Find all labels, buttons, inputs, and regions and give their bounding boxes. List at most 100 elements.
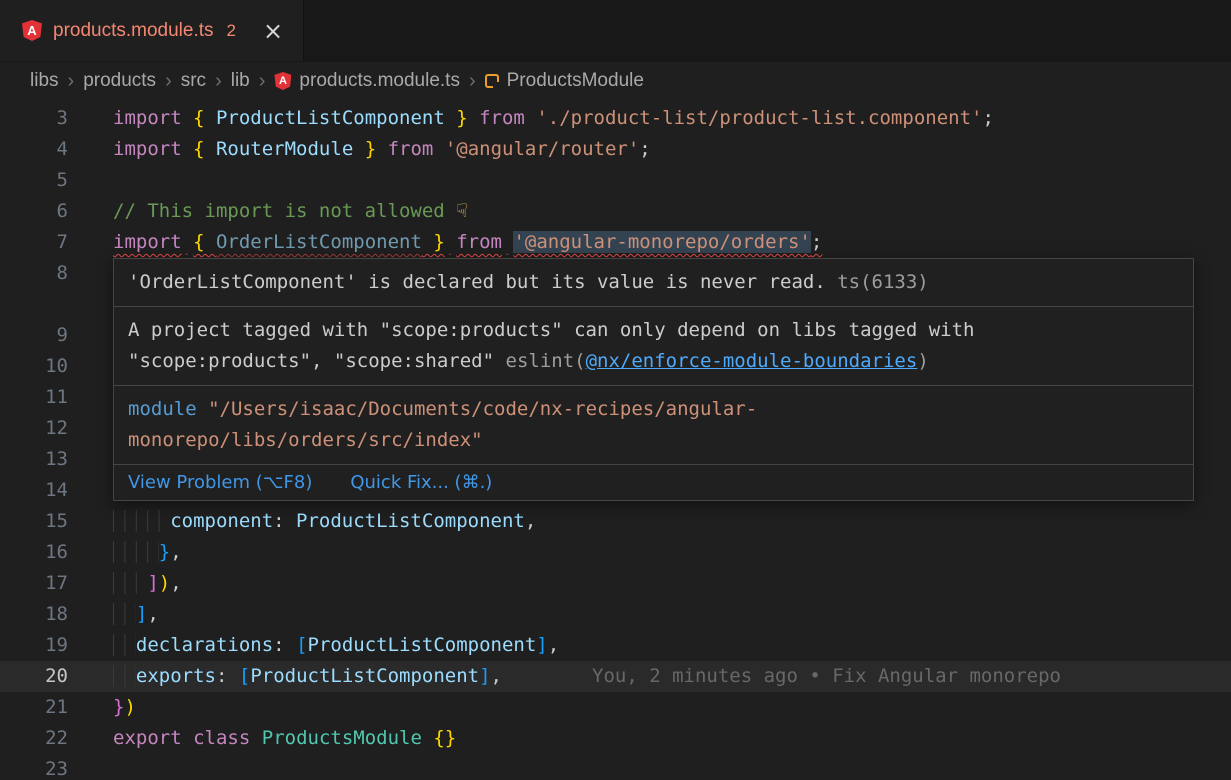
code-token <box>376 138 387 160</box>
hover-text: ) <box>917 350 928 372</box>
line-number[interactable] <box>0 289 68 320</box>
code-token <box>113 572 147 594</box>
code-token: ; <box>811 231 822 253</box>
breadcrumb-item-symbol[interactable]: ProductsModule <box>485 70 644 92</box>
code-token <box>182 727 193 749</box>
code-token: , <box>147 603 158 625</box>
code-token: } <box>159 541 170 563</box>
line-number[interactable]: 15 <box>0 506 68 537</box>
code-line-22[interactable]: 22export class ProductsModule {} <box>0 723 1231 754</box>
code-line-20[interactable]: 20 exports: [ProductListComponent],You, … <box>0 661 1231 692</box>
line-number[interactable]: 16 <box>0 537 68 568</box>
line-number[interactable]: 7 <box>0 227 68 258</box>
line-content: }) <box>68 692 1231 723</box>
line-content: import { RouterModule } from '@angular/r… <box>68 134 1231 165</box>
line-number[interactable]: 19 <box>0 630 68 661</box>
line-number[interactable]: 11 <box>0 382 68 413</box>
breadcrumb-separator: › <box>165 70 172 93</box>
code-token: { <box>193 107 216 129</box>
hover-section-3: module "/Users/isaac/Documents/code/nx-r… <box>114 386 1193 465</box>
code-token: export <box>113 727 182 749</box>
line-number[interactable]: 22 <box>0 723 68 754</box>
angular-file-icon: A <box>22 20 42 41</box>
line-number[interactable]: 20 <box>0 661 68 692</box>
line-content: exports: [ProductListComponent],You, 2 m… <box>68 661 1231 692</box>
breadcrumb-separator: › <box>215 70 222 93</box>
code-line-5[interactable]: 5 <box>0 165 1231 196</box>
code-token <box>250 727 261 749</box>
line-number[interactable]: 5 <box>0 165 68 196</box>
line-number[interactable]: 13 <box>0 444 68 475</box>
code-token: , <box>491 665 502 687</box>
hover-text: "/Users/isaac/Documents/code/nx-recipes/… <box>208 398 757 420</box>
line-number[interactable]: 12 <box>0 413 68 444</box>
code-token <box>422 727 433 749</box>
hover-text: module <box>128 398 208 420</box>
code-line-17[interactable]: 17 ]), <box>0 568 1231 599</box>
code-line-4[interactable]: 4import { RouterModule } from '@angular/… <box>0 134 1231 165</box>
code-token: { <box>193 231 216 253</box>
code-token: ; <box>639 138 650 160</box>
code-line-3[interactable]: 3import { ProductListComponent } from '.… <box>0 103 1231 134</box>
code-token: '@angular/router' <box>445 138 639 160</box>
code-token: ] <box>479 665 490 687</box>
line-number[interactable]: 6 <box>0 196 68 227</box>
code-token: './product-list/product-list.component' <box>536 107 982 129</box>
line-number[interactable]: 18 <box>0 599 68 630</box>
tab-products-module[interactable]: A products.module.ts 2 × <box>0 0 304 61</box>
code-token <box>182 138 193 160</box>
code-token <box>113 634 136 656</box>
breadcrumb-item-libs[interactable]: libs <box>30 70 59 92</box>
code-line-7[interactable]: 7import { OrderListComponent } from '@an… <box>0 227 1231 258</box>
code-token: [ <box>296 634 307 656</box>
line-number[interactable]: 9 <box>0 320 68 351</box>
hover-text: "scope:products", "scope:shared" <box>128 350 506 372</box>
code-token <box>113 510 170 532</box>
view-problem-action[interactable]: View Problem (⌥F8) <box>128 467 312 498</box>
code-token: [ <box>239 665 250 687</box>
eslint-rule-link[interactable]: @nx/enforce-module-boundaries <box>586 350 918 372</box>
line-number[interactable]: 14 <box>0 475 68 506</box>
code-line-6[interactable]: 6// This import is not allowed ☟ <box>0 196 1231 227</box>
breadcrumb-item-lib[interactable]: lib <box>231 70 250 92</box>
code-token: exports <box>136 665 216 687</box>
code-token: ProductListComponent <box>296 510 525 532</box>
code-token: class <box>193 727 250 749</box>
code-line-18[interactable]: 18 ], <box>0 599 1231 630</box>
code-token: ProductListComponent <box>308 634 537 656</box>
code-line-23[interactable]: 23 <box>0 754 1231 780</box>
code-token <box>182 107 193 129</box>
code-line-19[interactable]: 19 declarations: [ProductListComponent], <box>0 630 1231 661</box>
code-line-21[interactable]: 21}) <box>0 692 1231 723</box>
line-number[interactable]: 10 <box>0 351 68 382</box>
tab-close-icon[interactable]: × <box>263 19 283 43</box>
code-token: : <box>273 634 296 656</box>
line-number[interactable]: 8 <box>0 258 68 289</box>
breadcrumb-item-file[interactable]: A products.module.ts <box>274 70 460 92</box>
line-content: ]), <box>68 568 1231 599</box>
quick-fix-action[interactable]: Quick Fix... (⌘.) <box>350 467 492 498</box>
code-token: , <box>170 572 181 594</box>
line-content: import { OrderListComponent } from '@ang… <box>68 227 1231 258</box>
code-token <box>468 107 479 129</box>
breadcrumb-symbol-label: ProductsModule <box>507 70 644 92</box>
breadcrumb-item-products[interactable]: products <box>83 70 156 92</box>
git-blame-annotation: You, 2 minutes ago • Fix Angular monorep… <box>592 665 1061 687</box>
code-line-15[interactable]: 15 component: ProductListComponent, <box>0 506 1231 537</box>
breadcrumb-item-src[interactable]: src <box>181 70 206 92</box>
code-token: } <box>113 696 124 718</box>
line-content <box>68 165 1231 196</box>
line-number[interactable]: 4 <box>0 134 68 165</box>
code-token: ] <box>536 634 547 656</box>
line-number[interactable]: 3 <box>0 103 68 134</box>
code-token: ProductListComponent <box>250 665 479 687</box>
code-token: declarations <box>136 634 273 656</box>
code-token: import <box>113 107 182 129</box>
code-token <box>182 231 193 253</box>
line-number[interactable]: 17 <box>0 568 68 599</box>
line-number[interactable]: 21 <box>0 692 68 723</box>
line-number[interactable]: 23 <box>0 754 68 780</box>
code-line-16[interactable]: 16 }, <box>0 537 1231 568</box>
hover-section-2: A project tagged with "scope:products" c… <box>114 307 1193 386</box>
code-token: ] <box>136 603 147 625</box>
